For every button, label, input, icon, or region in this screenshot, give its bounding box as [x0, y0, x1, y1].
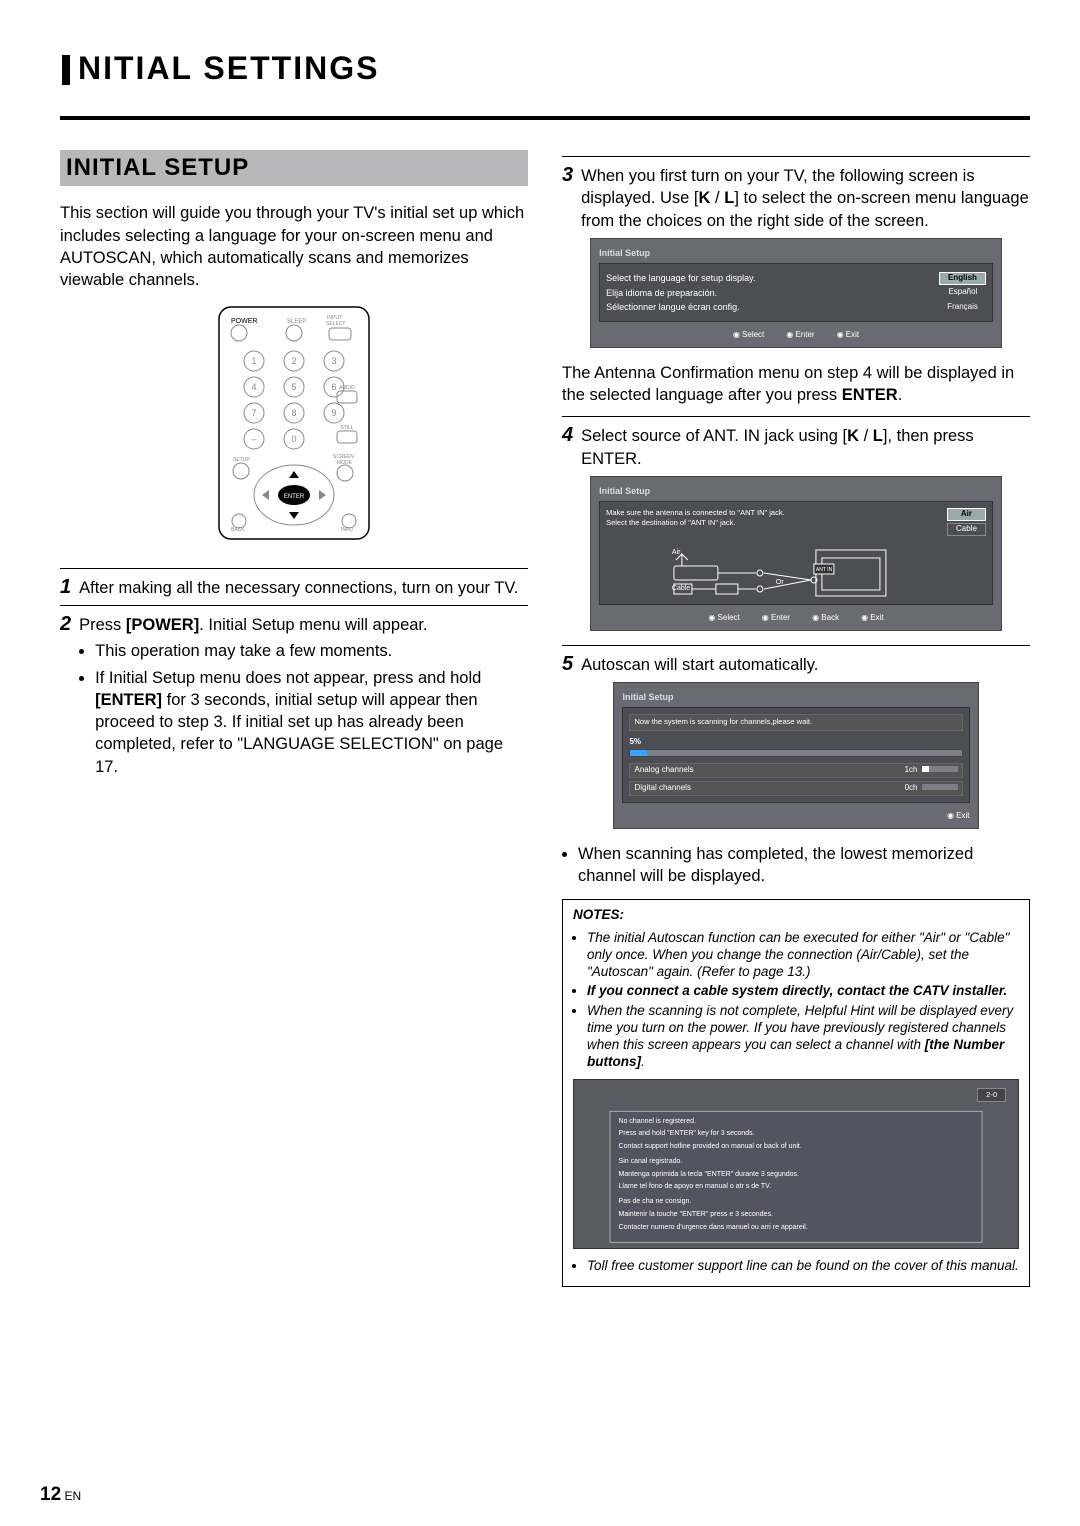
notes-box: NOTES: The initial Autoscan function can… [562, 899, 1030, 1287]
step-5-bullet: When scanning has completed, the lowest … [578, 843, 1030, 888]
page-number: 12 EN [40, 1484, 81, 1506]
power-label: POWER [231, 318, 257, 325]
note-4: Toll free customer support line can be f… [587, 1257, 1019, 1274]
air-label: Air [672, 549, 681, 556]
osd-autoscan-screen: Initial Setup Now the system is scanning… [613, 682, 978, 828]
note-2: If you connect a cable system directly, … [587, 982, 1019, 999]
svg-text:9: 9 [331, 408, 336, 418]
note-3: When the scanning is not complete, Helpf… [587, 1002, 1019, 1071]
section-title: INITIAL SETUP [60, 150, 528, 186]
lang-francais-option[interactable]: Français [939, 302, 986, 313]
svg-text:5: 5 [291, 382, 296, 392]
helpful-hint-screen: 2-0 No channel is registered. Press and … [573, 1079, 1019, 1249]
svg-text:STILL: STILL [340, 425, 354, 431]
osd-enter-hint: Enter [786, 330, 814, 341]
svg-text:6: 6 [331, 382, 336, 392]
ant-air-option[interactable]: Air [947, 508, 986, 521]
osd-language-screen: Initial Setup Select the language for se… [590, 238, 1002, 348]
remote-illustration: POWER SLEEP INPUT SELECT 123 [60, 303, 528, 549]
page-heading: NITIAL SETTINGS [60, 50, 1030, 87]
lang-espanol-option[interactable]: Español [940, 287, 986, 298]
step-1: 1 After making all the necessary connect… [60, 577, 528, 599]
osd-antenna-screen: Initial Setup Air Cable Make sure the an… [590, 476, 1002, 631]
svg-text:–: – [251, 434, 256, 444]
step-3: 3 When you first turn on your TV, the fo… [562, 165, 1030, 232]
svg-text:SETUP: SETUP [233, 457, 250, 463]
step-3-after: The Antenna Confirmation menu on step 4 … [562, 362, 1030, 407]
svg-text:1: 1 [251, 356, 256, 366]
svg-text:ANT IN: ANT IN [816, 567, 833, 573]
enter-label: ENTER [284, 494, 305, 500]
svg-text:AUDIO: AUDIO [339, 385, 355, 391]
svg-text:0: 0 [291, 434, 296, 444]
step-5: 5 Autoscan will start automatically. [562, 654, 1030, 676]
ant-cable-option[interactable]: Cable [947, 523, 986, 536]
step-2-bullet-1: This operation may take a few moments. [95, 640, 528, 662]
heading-rule [60, 115, 1030, 120]
osd-select-hint: Select [733, 330, 764, 341]
osd-exit-hint: Exit [837, 330, 860, 341]
step-2-bullet-2: If Initial Setup menu does not appear, p… [95, 667, 528, 778]
sleep-label: SLEEP [287, 319, 306, 325]
channel-indicator: 2-0 [977, 1088, 1006, 1102]
step-2: 2 Press [POWER]. Initial Setup menu will… [60, 614, 528, 782]
svg-text:4: 4 [251, 382, 256, 392]
cable-label: Cable [672, 585, 690, 592]
lang-english-option[interactable]: English [939, 272, 986, 285]
scan-progress-bar [629, 749, 962, 757]
svg-text:7: 7 [251, 408, 256, 418]
step-4: 4 Select source of ANT. IN jack using [K… [562, 425, 1030, 470]
intro-paragraph: This section will guide you through your… [60, 202, 528, 291]
svg-text:SELECT: SELECT [326, 321, 345, 327]
svg-text:2: 2 [291, 356, 296, 366]
svg-text:3: 3 [331, 356, 336, 366]
note-1: The initial Autoscan function can be exe… [587, 929, 1019, 981]
svg-text:8: 8 [291, 408, 296, 418]
